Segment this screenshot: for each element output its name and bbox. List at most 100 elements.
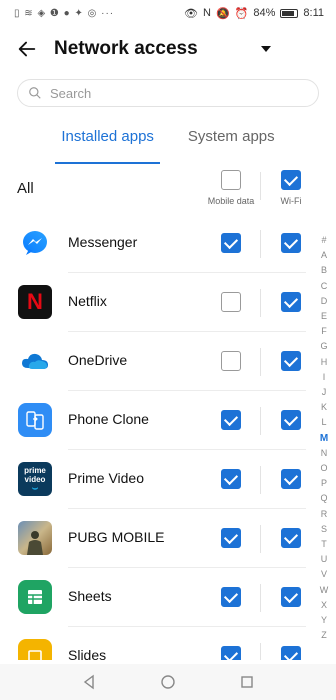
netflix-wifi-checkbox[interactable] bbox=[281, 292, 301, 312]
onedrive-wifi-checkbox[interactable] bbox=[281, 351, 301, 371]
app-name: Phone Clone bbox=[68, 411, 149, 427]
eye-icon: 👁 bbox=[184, 7, 199, 20]
column-divider bbox=[260, 643, 261, 660]
index-letter[interactable]: I bbox=[323, 370, 326, 385]
slides-icon bbox=[18, 639, 52, 660]
notification-icons: ▯ ≋ ◈ ❶ ● ✦ ◎ ··· bbox=[14, 7, 115, 19]
app-row: Slides bbox=[0, 627, 336, 660]
messenger-wifi-checkbox[interactable] bbox=[281, 233, 301, 253]
messenger-mobile-data-checkbox[interactable] bbox=[221, 233, 241, 253]
slides-wifi-checkbox[interactable] bbox=[281, 646, 301, 660]
status-bar: ▯ ≋ ◈ ❶ ● ✦ ◎ ··· 👁 N 🔕 ⏰ 84% 8:11 bbox=[0, 0, 336, 26]
index-letter[interactable]: S bbox=[321, 522, 327, 537]
mute-icon: 🔕 bbox=[215, 7, 230, 20]
app-name: Messenger bbox=[68, 234, 138, 250]
home-nav-icon[interactable] bbox=[158, 672, 178, 692]
all-label: All bbox=[17, 180, 34, 197]
index-letter[interactable]: N bbox=[321, 446, 328, 461]
index-letter[interactable]: E bbox=[321, 309, 327, 324]
column-divider bbox=[260, 407, 261, 435]
index-letter[interactable]: T bbox=[321, 537, 327, 552]
alarm-icon: ⏰ bbox=[234, 7, 249, 20]
nfc-icon: N bbox=[203, 7, 211, 19]
index-letter[interactable]: O bbox=[320, 461, 327, 476]
pubg-wifi-checkbox[interactable] bbox=[281, 528, 301, 548]
app-name: OneDrive bbox=[68, 352, 128, 368]
mobile-data-column: Mobile data bbox=[206, 170, 256, 206]
prime-video-wifi-checkbox[interactable] bbox=[281, 469, 301, 489]
index-letter[interactable]: W bbox=[320, 583, 329, 598]
index-letter[interactable]: Y bbox=[321, 613, 327, 628]
column-divider bbox=[260, 230, 261, 258]
index-letter[interactable]: V bbox=[321, 567, 327, 582]
select-all-row: All Mobile data Wi-Fi bbox=[0, 166, 336, 218]
app-list: Messenger N Netflix OneDrive Phone Clone prim… bbox=[0, 214, 336, 660]
index-letter[interactable]: D bbox=[321, 294, 328, 309]
prime-video-icon: prime video ⌣ bbox=[18, 462, 52, 496]
index-letter[interactable]: C bbox=[321, 279, 328, 294]
index-letter[interactable]: X bbox=[321, 598, 327, 613]
app-row: PUBG MOBILE bbox=[0, 509, 336, 568]
index-letter[interactable]: F bbox=[321, 324, 327, 339]
alphabet-index[interactable]: # A B C D E F G H I J K L M N O P Q R S T U V W X Y Z bbox=[317, 233, 331, 643]
wifi-column: Wi-Fi bbox=[266, 170, 316, 206]
index-letter[interactable]: G bbox=[320, 339, 327, 354]
index-letter[interactable]: J bbox=[322, 385, 327, 400]
app-row: OneDrive bbox=[0, 332, 336, 391]
sheets-icon bbox=[18, 580, 52, 614]
index-letter[interactable]: Q bbox=[320, 491, 327, 506]
index-letter[interactable]: R bbox=[321, 507, 328, 522]
search-bar[interactable] bbox=[17, 79, 319, 107]
chevron-down-icon[interactable] bbox=[256, 39, 276, 59]
app-bar: Network access bbox=[0, 28, 336, 70]
netflix-icon: N bbox=[18, 285, 52, 319]
slides-mobile-data-checkbox[interactable] bbox=[221, 646, 241, 660]
index-letter[interactable]: M bbox=[320, 431, 328, 446]
onedrive-mobile-data-checkbox[interactable] bbox=[221, 351, 241, 371]
messenger-icon bbox=[18, 226, 52, 260]
tab-bar: Installed apps System apps bbox=[0, 118, 336, 164]
sheets-mobile-data-checkbox[interactable] bbox=[221, 587, 241, 607]
app-name: Netflix bbox=[68, 293, 107, 309]
app-name: PUBG MOBILE bbox=[68, 529, 165, 545]
tab-installed-apps[interactable]: Installed apps bbox=[55, 118, 160, 164]
prime-video-mobile-data-checkbox[interactable] bbox=[221, 469, 241, 489]
app-name: Slides bbox=[68, 647, 107, 660]
navigation-bar bbox=[0, 664, 336, 700]
index-letter[interactable]: A bbox=[321, 248, 327, 263]
back-arrow-icon[interactable] bbox=[16, 38, 38, 60]
all-wifi-checkbox[interactable] bbox=[281, 170, 301, 190]
recents-nav-icon[interactable] bbox=[237, 672, 257, 692]
netflix-mobile-data-checkbox[interactable] bbox=[221, 292, 241, 312]
phone-clone-mobile-data-checkbox[interactable] bbox=[221, 410, 241, 430]
index-letter[interactable]: Z bbox=[321, 628, 327, 643]
index-letter[interactable]: # bbox=[321, 233, 326, 248]
app-row: Sheets bbox=[0, 568, 336, 627]
index-letter[interactable]: B bbox=[321, 263, 327, 278]
column-divider bbox=[260, 289, 261, 317]
column-divider bbox=[260, 525, 261, 553]
index-letter[interactable]: L bbox=[321, 415, 326, 430]
app-row: Phone Clone bbox=[0, 391, 336, 450]
app-name: Prime Video bbox=[68, 470, 145, 486]
index-letter[interactable]: H bbox=[321, 355, 328, 370]
search-input[interactable] bbox=[50, 85, 290, 101]
index-letter[interactable]: K bbox=[321, 400, 327, 415]
back-nav-icon[interactable] bbox=[79, 672, 99, 692]
tab-system-apps[interactable]: System apps bbox=[182, 118, 281, 156]
phone-clone-wifi-checkbox[interactable] bbox=[281, 410, 301, 430]
onedrive-icon bbox=[18, 344, 52, 378]
battery-percent: 84% bbox=[253, 7, 276, 19]
search-icon bbox=[29, 87, 41, 99]
sheets-wifi-checkbox[interactable] bbox=[281, 587, 301, 607]
column-divider bbox=[260, 172, 261, 200]
index-letter[interactable]: U bbox=[321, 552, 328, 567]
app-name: Sheets bbox=[68, 588, 112, 604]
all-mobile-data-checkbox[interactable] bbox=[221, 170, 241, 190]
pubg-mobile-data-checkbox[interactable] bbox=[221, 528, 241, 548]
app-row: N Netflix bbox=[0, 273, 336, 332]
column-divider bbox=[260, 466, 261, 494]
index-letter[interactable]: P bbox=[321, 476, 327, 491]
clock: 8:11 bbox=[303, 7, 324, 19]
app-row: prime video ⌣ Prime Video bbox=[0, 450, 336, 509]
